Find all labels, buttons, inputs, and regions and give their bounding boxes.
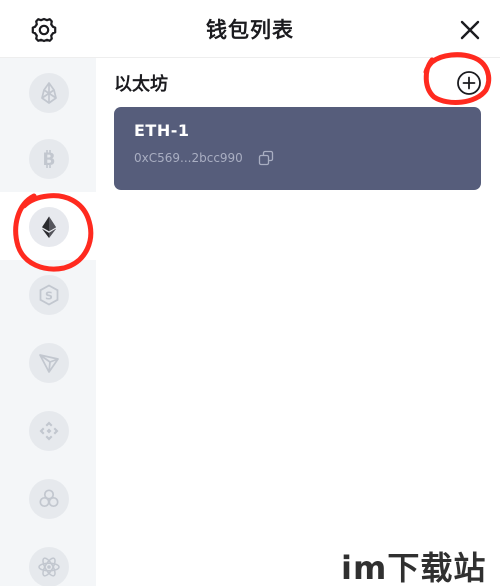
sidebar-item-cosmos[interactable]	[0, 464, 96, 532]
wallet-card[interactable]: ETH-1 0xC569...2bcc990	[114, 107, 481, 190]
plus-circle-icon	[457, 71, 481, 95]
close-icon	[460, 20, 480, 40]
chain-icon-badge: S	[29, 275, 69, 315]
eos-icon	[41, 82, 57, 104]
add-wallet-button[interactable]	[455, 69, 483, 97]
chain-icon-badge	[29, 411, 69, 451]
sidebar-item-eos[interactable]	[0, 58, 96, 126]
copy-icon	[258, 150, 274, 166]
svg-text:S: S	[45, 290, 53, 303]
chain-icon-badge	[29, 479, 69, 519]
sidebar-item-bitcoin[interactable]: B	[0, 124, 96, 192]
tron-icon	[39, 354, 59, 373]
chain-icon-badge: B	[29, 139, 69, 179]
svg-text:B: B	[43, 150, 56, 170]
wallet-name: ETH-1	[134, 121, 190, 140]
chain-title: 以太坊	[114, 74, 168, 95]
cosmos-ring-icon	[39, 489, 59, 508]
chain-icon-badge	[29, 547, 69, 586]
bitcoin-icon: B	[43, 150, 56, 170]
atom-icon	[38, 557, 60, 577]
sidebar-item-tron[interactable]	[0, 328, 96, 396]
binance-icon	[39, 421, 59, 441]
sidebar-item-ethereum[interactable]	[0, 192, 96, 260]
wallet-address: 0xC569...2bcc990	[134, 151, 243, 165]
chain-icon-badge	[29, 207, 69, 247]
swtc-icon: S	[39, 284, 59, 306]
chain-icon-badge	[29, 343, 69, 383]
watermark-text: im下载站	[341, 549, 487, 586]
chain-sidebar: B S	[0, 58, 96, 586]
ethereum-icon	[42, 216, 56, 238]
header-bar: 钱包列表	[0, 0, 500, 58]
chain-icon-badge	[29, 73, 69, 113]
watermark: im下载站	[339, 541, 500, 586]
sidebar-item-atom[interactable]	[0, 532, 96, 586]
close-button[interactable]	[454, 14, 486, 46]
page-title: 钱包列表	[206, 18, 294, 42]
wallet-list-panel: 以太坊 ETH-1 0xC569...2bcc990	[96, 58, 500, 586]
copy-address-button[interactable]	[258, 150, 274, 166]
sidebar-item-swtc[interactable]: S	[0, 260, 96, 328]
sidebar-item-binance[interactable]	[0, 396, 96, 464]
